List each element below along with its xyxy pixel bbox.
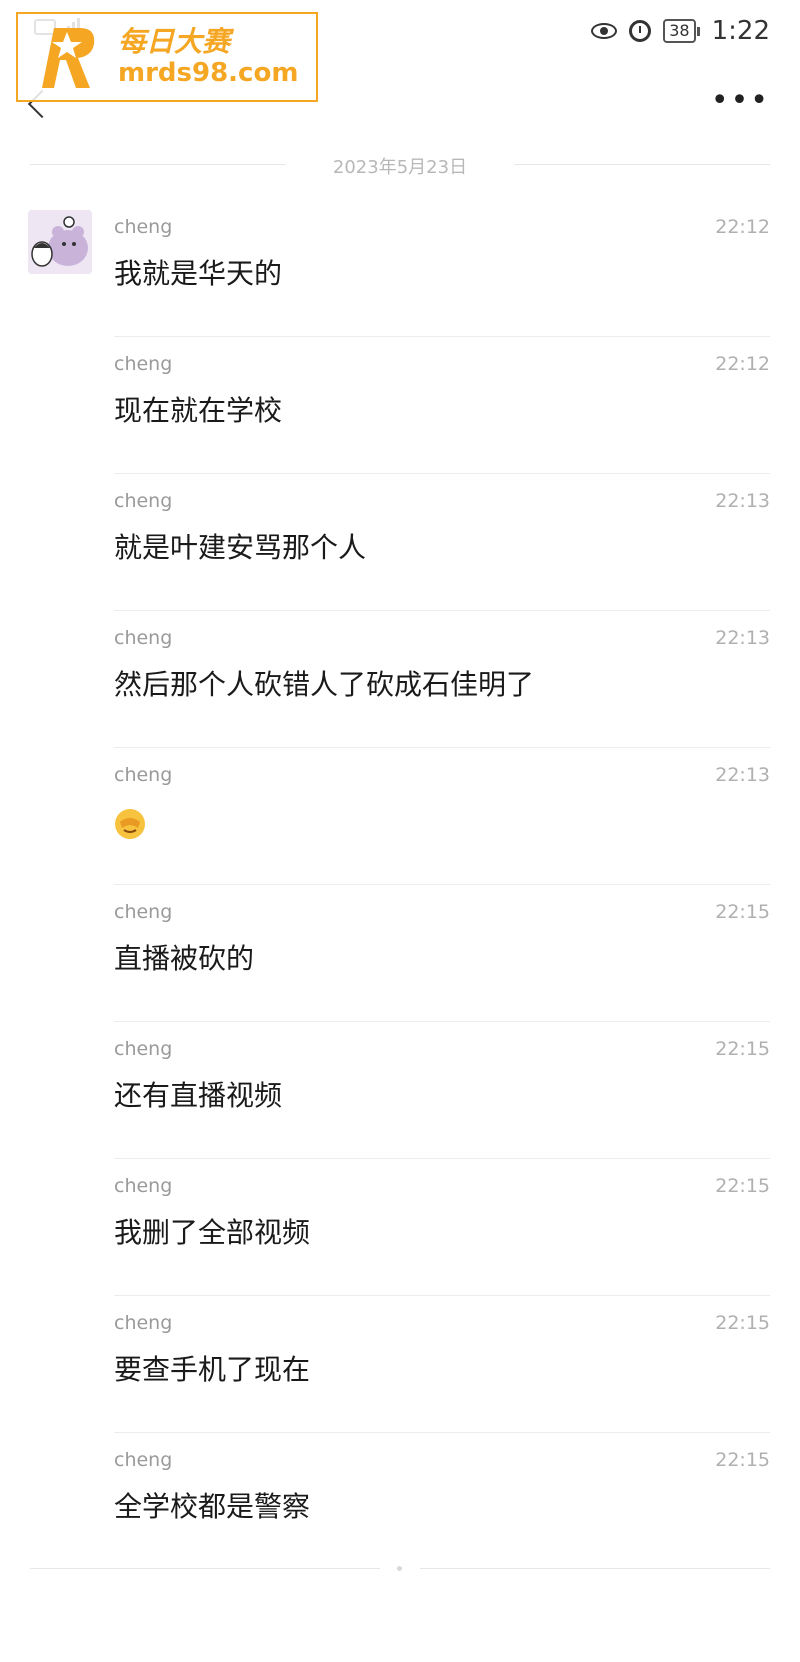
message-sender: cheng [114,490,173,512]
message-sender: cheng [114,1038,173,1060]
message-sender: cheng [114,216,173,238]
eye-icon [591,23,618,39]
message-sender: cheng [114,353,173,375]
message-item[interactable]: cheng 22:12 现在就在学校 [114,337,770,474]
message-time: 22:12 [715,353,770,375]
message-list: cheng 22:12 我就是华天的 cheng 22:12 现在就在学校 ch… [114,200,770,1569]
bottom-divider [30,1564,770,1574]
message-text: 然后那个人砍错人了砍成石佳明了 [114,668,535,701]
message-sender: cheng [114,901,173,923]
message-text: 我就是华天的 [114,257,283,290]
battery-icon: 38 [663,19,700,43]
message-time: 22:13 [715,627,770,649]
message-time: 22:15 [715,1038,770,1060]
status-right: 38 1:22 [591,16,770,46]
message-item[interactable]: cheng 22:15 还有直播视频 [114,1022,770,1159]
message-item[interactable]: cheng 22:13 就是叶建安骂那个人 [114,474,770,611]
alarm-icon [629,20,652,42]
message-text: 就是叶建安骂那个人 [114,531,367,564]
watermark-logo-icon [34,22,104,92]
watermark-url: mrds98.com [118,58,299,88]
message-sender: cheng [114,1449,173,1471]
message-time: 22:13 [715,764,770,786]
battery-level: 38 [663,19,696,43]
message-time: 22:15 [715,1449,770,1471]
message-text: 我删了全部视频 [114,1216,311,1249]
message-sender: cheng [114,627,173,649]
message-text: 要查手机了现在 [114,1353,311,1386]
message-item[interactable]: cheng 22:13 [114,748,770,885]
message-text: 全学校都是警察 [114,1490,311,1523]
message-item[interactable]: cheng 22:15 要查手机了现在 [114,1296,770,1433]
message-item[interactable]: cheng 22:15 我删了全部视频 [114,1159,770,1296]
message-item[interactable]: cheng 22:15 直播被砍的 [114,885,770,1022]
watermark: 每日大赛 mrds98.com [16,12,318,102]
message-sender: cheng [114,1312,173,1334]
message-text: 还有直播视频 [114,1079,283,1112]
message-sender: cheng [114,764,173,786]
message-sender: cheng [114,1175,173,1197]
message-text: 直播被砍的 [114,942,255,975]
message-time: 22:12 [715,216,770,238]
message-time: 22:15 [715,901,770,923]
message-time: 22:13 [715,490,770,512]
message-time: 22:15 [715,1175,770,1197]
date-divider: 2023年5月23日 [30,150,770,180]
more-options-button[interactable]: ••• [711,86,770,116]
message-time: 22:15 [715,1312,770,1334]
facepalm-emoji-icon [114,808,146,840]
message-item[interactable]: cheng 22:12 我就是华天的 [114,200,770,337]
chat-date: 2023年5月23日 [332,157,468,178]
watermark-text: 每日大赛 mrds98.com [118,25,299,89]
clock: 1:22 [711,16,770,46]
message-text: 现在就在学校 [114,394,283,427]
message-item[interactable]: cheng 22:15 全学校都是警察 [114,1433,770,1569]
watermark-title: 每日大赛 [118,25,231,58]
message-item[interactable]: cheng 22:13 然后那个人砍错人了砍成石佳明了 [114,611,770,748]
avatar[interactable] [28,210,92,274]
